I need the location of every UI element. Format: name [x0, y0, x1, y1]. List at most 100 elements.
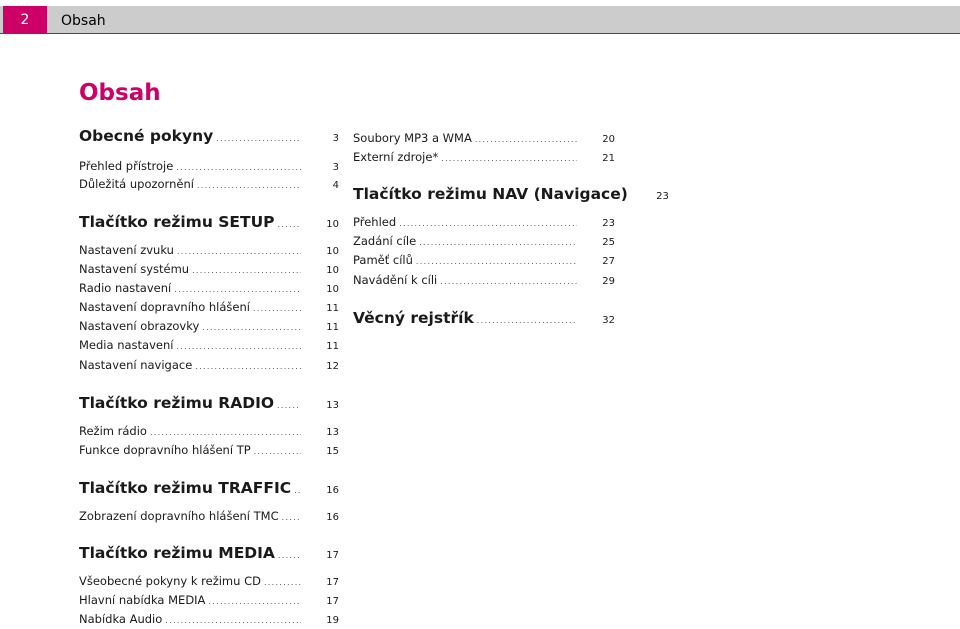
toc-label: Paměť cílů	[353, 253, 413, 267]
toc-section[interactable]: Obecné pokyny 3	[79, 127, 339, 145]
toc-entry[interactable]: Důležitá upozornění 4	[79, 177, 339, 191]
toc-page-number: 11	[326, 341, 339, 352]
toc-entry[interactable]: Zadání cíle 25	[353, 234, 615, 248]
page-number: 2	[3, 6, 47, 34]
toc-page-number: 23	[656, 191, 669, 202]
dot-leader	[477, 316, 577, 325]
toc-section[interactable]: Tlačítko režimu MEDIA 17	[79, 544, 339, 562]
toc-entry[interactable]: Externí zdroje* 21	[353, 150, 615, 164]
toc-page-number: 13	[326, 400, 339, 411]
dot-leader	[440, 277, 577, 286]
dot-leader	[197, 181, 301, 190]
dot-leader	[208, 597, 301, 606]
toc-page-number: 29	[602, 276, 615, 287]
dot-leader	[475, 135, 577, 144]
dot-leader	[165, 616, 301, 625]
toc-entry[interactable]: Přehled přístroje 3	[79, 159, 339, 173]
toc-label: Funkce dopravního hlášení TP	[79, 443, 251, 457]
toc-section[interactable]: Tlačítko režimu RADIO 13	[79, 394, 339, 412]
toc-page-number: 16	[326, 485, 339, 496]
toc-label: Zobrazení dopravního hlášení TMC	[79, 509, 279, 523]
toc-entry[interactable]: Soubory MP3 a WMA 20	[353, 131, 615, 145]
toc-entry[interactable]: Nastavení navigace 12	[79, 358, 339, 372]
toc-label: Nastavení systému	[79, 262, 190, 276]
toc-label: Externí zdroje*	[353, 150, 439, 164]
toc-page-number: 32	[602, 315, 615, 326]
toc-page-number: 21	[602, 153, 615, 164]
toc-page-number: 25	[602, 237, 615, 248]
toc-label: Obecné pokyny	[79, 127, 214, 145]
toc-label: Navádění k cíli	[353, 273, 438, 287]
toc-label: Tlačítko režimu TRAFFIC	[79, 479, 292, 497]
dot-leader	[177, 247, 301, 256]
toc-page-number: 13	[326, 427, 339, 438]
toc-page-number: 17	[326, 550, 339, 561]
toc-page-number: 17	[326, 596, 339, 607]
toc-entry[interactable]: Radio nastavení 10	[79, 281, 339, 295]
toc-entry[interactable]: Paměť cílů 27	[353, 253, 615, 267]
toc-entry[interactable]: Funkce dopravního hlášení TP 15	[79, 443, 339, 457]
toc-label: Hlavní nabídka MEDIA	[79, 593, 206, 607]
toc-entry[interactable]: Media nastavení 11	[79, 338, 339, 352]
dot-leader	[278, 551, 301, 560]
toc-page-number: 27	[602, 256, 615, 267]
toc-page-number: 3	[332, 133, 339, 144]
toc-entry[interactable]: Nabídka Audio 19	[79, 612, 339, 626]
dot-leader	[253, 304, 301, 313]
toc-entry[interactable]: Režim rádio 13	[79, 424, 339, 438]
dot-leader	[416, 257, 577, 266]
toc-entry[interactable]: Nastavení obrazovky 11	[79, 319, 339, 333]
dot-leader	[399, 219, 577, 228]
toc-page-number: 10	[326, 219, 339, 230]
toc-page-number: 10	[326, 246, 339, 257]
toc-label: Soubory MP3 a WMA	[353, 131, 472, 145]
toc-label: Nabídka Audio	[79, 612, 163, 626]
toc-label: Nastavení navigace	[79, 358, 193, 372]
toc-entry[interactable]: Nastavení dopravního hlášení 11	[79, 300, 339, 314]
toc-page-number: 12	[326, 361, 339, 372]
toc-section[interactable]: Tlačítko režimu NAV (Navigace) 23	[353, 185, 669, 203]
toc-page-number: 23	[602, 218, 615, 229]
dot-leader	[277, 401, 301, 410]
dot-leader	[419, 238, 577, 247]
toc-label: Media nastavení	[79, 338, 174, 352]
toc-entry[interactable]: Zobrazení dopravního hlášení TMC 16	[79, 509, 339, 523]
toc-section[interactable]: Věcný rejstřík 32	[353, 309, 615, 327]
toc-page-number: 10	[326, 265, 339, 276]
toc-label: Nastavení dopravního hlášení	[79, 300, 250, 314]
toc-page-number: 4	[332, 180, 339, 191]
dot-leader	[192, 266, 301, 275]
toc-page-number: 11	[326, 303, 339, 314]
page-title: Obsah	[79, 80, 161, 106]
dot-leader	[282, 513, 301, 522]
toc-label: Všeobecné pokyny k režimu CD	[79, 574, 261, 588]
toc-entry[interactable]: Navádění k cíli 29	[353, 273, 615, 287]
toc-entry[interactable]: Přehled 23	[353, 215, 615, 229]
toc-section[interactable]: Tlačítko režimu TRAFFIC 16	[79, 479, 339, 497]
toc-label: Věcný rejstřík	[353, 309, 474, 327]
dot-leader	[441, 154, 577, 163]
header-title: Obsah	[61, 13, 106, 29]
toc-label: Nastavení obrazovky	[79, 319, 200, 333]
dot-leader	[264, 578, 301, 587]
dot-leader	[254, 447, 301, 456]
toc-page-number: 3	[332, 162, 339, 173]
dot-leader	[176, 163, 301, 172]
dot-leader	[174, 285, 301, 294]
dot-leader	[195, 362, 301, 371]
toc-entry[interactable]: Nastavení systému 10	[79, 262, 339, 276]
toc-label: Radio nastavení	[79, 281, 172, 295]
dot-leader	[176, 342, 301, 351]
toc-label: Nastavení zvuku	[79, 243, 174, 257]
dot-leader	[278, 220, 301, 229]
toc-label: Tlačítko režimu MEDIA	[79, 544, 275, 562]
toc-page-number: 19	[326, 615, 339, 626]
toc-entry[interactable]: Nastavení zvuku 10	[79, 243, 339, 257]
toc-label: Tlačítko režimu RADIO	[79, 394, 275, 412]
toc-entry[interactable]: Všeobecné pokyny k režimu CD 17	[79, 574, 339, 588]
toc-page-number: 20	[602, 134, 615, 145]
toc-label: Režim rádio	[79, 424, 147, 438]
toc-section[interactable]: Tlačítko režimu SETUP 10	[79, 213, 339, 231]
dot-leader	[150, 428, 301, 437]
toc-entry[interactable]: Hlavní nabídka MEDIA 17	[79, 593, 339, 607]
